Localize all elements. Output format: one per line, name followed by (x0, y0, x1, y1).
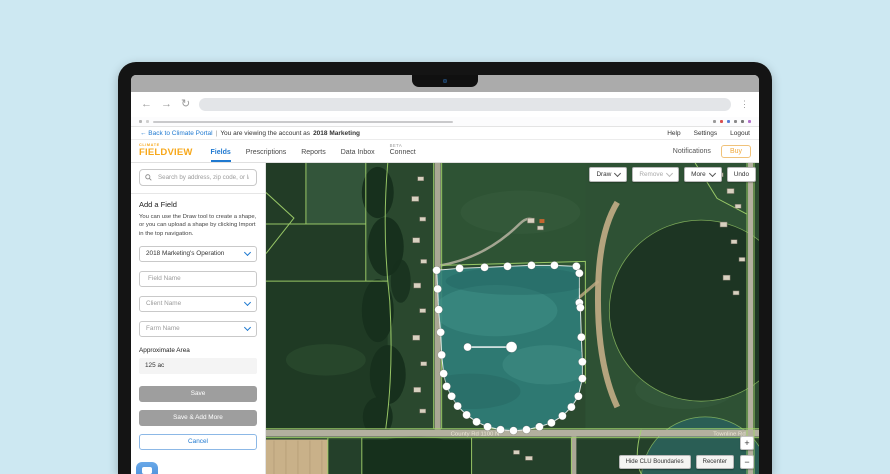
zoom-in-button[interactable]: + (740, 436, 754, 450)
laptop-frame: ← → ↻ ⋮ ← Back to Climate Portal | You a… (118, 62, 772, 474)
hide-clu-boundaries-button[interactable]: Hide CLU Boundaries (618, 455, 691, 469)
nav-tabs: Fields Prescriptions Reports Data Inbox … (210, 140, 416, 162)
help-link[interactable]: Help (667, 130, 680, 137)
map-toolbar: Draw Remove More Undo (589, 167, 756, 182)
browser-toolbar: ← → ↻ ⋮ (131, 92, 759, 117)
field-name-input[interactable] (146, 274, 250, 284)
camera-notch (412, 75, 478, 87)
logout-link[interactable]: Logout (730, 130, 750, 137)
more-button[interactable]: More (684, 167, 722, 182)
zoom-out-button[interactable]: − (740, 455, 754, 469)
save-button[interactable]: Save (139, 385, 257, 402)
tab-reports[interactable]: Reports (301, 140, 326, 162)
chat-bubble-icon (142, 467, 152, 474)
approximate-area-label: Approximate Area (139, 346, 190, 354)
notifications-link[interactable]: Notifications (673, 148, 711, 155)
fieldview-logo[interactable]: CLIMATE FIELDVIEW (139, 140, 193, 162)
tab-prescriptions[interactable]: Prescriptions (246, 140, 286, 162)
chevron-down-icon (614, 169, 622, 178)
recenter-button[interactable]: Recenter (695, 455, 734, 469)
page-background: ← → ↻ ⋮ ← Back to Climate Portal | You a… (0, 0, 890, 474)
mini-back-icon (139, 120, 142, 123)
orange-roof-building (539, 219, 545, 224)
mini-url-text (153, 120, 453, 123)
mini-extension-icon (741, 120, 744, 123)
add-field-description: You can use the Draw tool to create a sh… (139, 214, 257, 237)
buy-button[interactable]: Buy (720, 144, 751, 158)
settings-link[interactable]: Settings (694, 130, 718, 137)
svg-text:County Rd 1100 N: County Rd 1100 N (451, 432, 500, 438)
search-icon (145, 174, 152, 181)
mini-browser-toolbar (131, 117, 759, 127)
map-area[interactable]: County Rd 1100 NTownline Rd Draw Remove (266, 163, 759, 474)
account-name: 2018 Marketing (313, 129, 361, 137)
account-banner: ← Back to Climate Portal | You are viewi… (131, 127, 759, 140)
search-box (139, 169, 257, 186)
mini-extension-icon (727, 120, 730, 123)
farm-name-select[interactable]: Farm Name (139, 320, 257, 337)
operation-select[interactable]: 2018 Marketing's Operation (139, 245, 257, 262)
mini-avatar (748, 120, 751, 123)
camera-dot (443, 79, 447, 83)
chevron-down-icon (243, 249, 252, 257)
back-to-climate-portal-link[interactable]: ← Back to Climate Portal (140, 130, 213, 137)
laptop-screen: ← → ↻ ⋮ ← Back to Climate Portal | You a… (131, 75, 759, 474)
sidebar-divider (131, 193, 265, 194)
url-bar[interactable] (199, 98, 731, 111)
approximate-area-value: 125 ac (139, 357, 257, 374)
browser-menu-icon[interactable]: ⋮ (740, 100, 749, 109)
mini-reload-icon (146, 120, 149, 123)
cancel-button[interactable]: Cancel (139, 433, 257, 450)
mini-extension-icon (734, 120, 737, 123)
mini-extension-icon (720, 120, 723, 123)
client-name-select[interactable]: Client Name (139, 295, 257, 312)
undo-button[interactable]: Undo (726, 167, 756, 182)
chevron-down-icon (243, 324, 252, 332)
chevron-down-icon (708, 169, 716, 178)
save-add-more-button[interactable]: Save & Add More (139, 409, 257, 426)
chevron-down-icon (243, 299, 252, 307)
logo-fieldview-text: FIELDVIEW (139, 147, 193, 159)
tab-fields[interactable]: Fields (210, 140, 231, 162)
chat-widget-button[interactable] (136, 462, 158, 474)
back-icon[interactable]: ← (141, 99, 152, 110)
banner-separator: | (215, 129, 218, 137)
forward-icon[interactable]: → (161, 99, 172, 110)
tab-data-inbox[interactable]: Data Inbox (341, 140, 375, 162)
field-name-box (139, 270, 257, 287)
tab-connect[interactable]: BETA Connect (390, 140, 416, 162)
chevron-down-icon (666, 169, 674, 178)
search-input[interactable] (156, 173, 251, 182)
satellite-map[interactable]: County Rd 1100 N Townline Rd (266, 163, 759, 474)
viewing-account-text: You are viewing the account as (220, 129, 311, 137)
app-navbar: CLIMATE FIELDVIEW Fields Prescriptions R… (131, 140, 759, 163)
beta-badge: BETA (389, 143, 403, 148)
road-right (748, 163, 754, 474)
mini-bookmark-icon (713, 120, 716, 123)
remove-button[interactable]: Remove (632, 167, 680, 182)
reload-icon[interactable]: ↻ (181, 99, 190, 110)
draw-button[interactable]: Draw (589, 167, 628, 182)
sidebar: Add a Field You can use the Draw tool to… (131, 163, 266, 474)
add-field-title: Add a Field (139, 200, 177, 209)
